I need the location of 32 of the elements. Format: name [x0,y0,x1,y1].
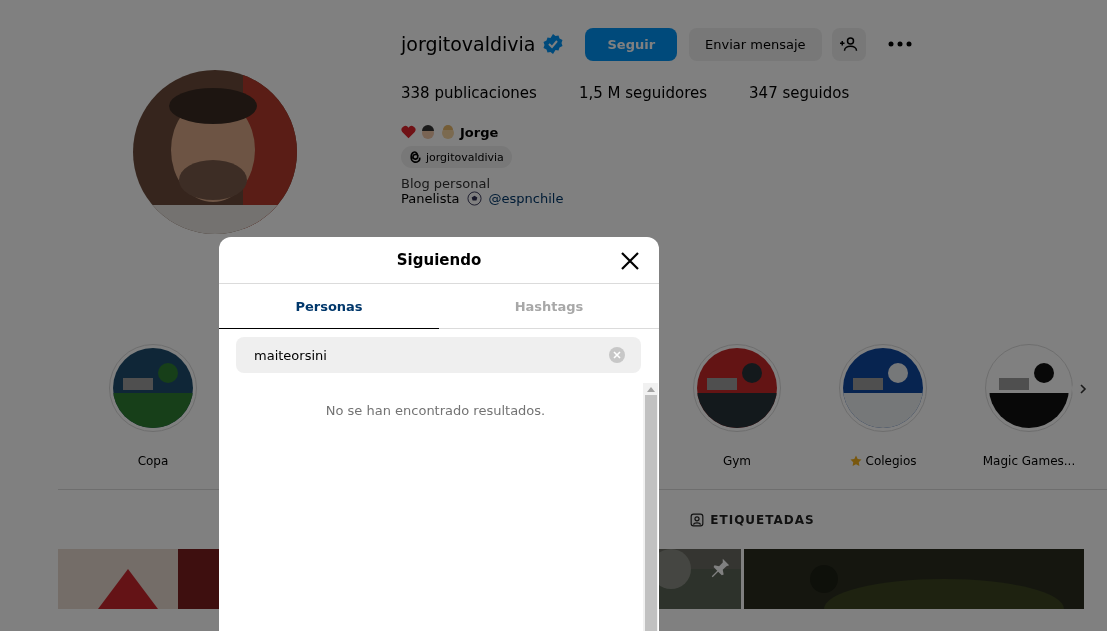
stat-link[interactable]: 347 seguidos [749,84,850,102]
dialog-title: Siguiendo [396,251,482,269]
dialog-tab[interactable]: Personas [219,284,439,329]
add-person-button[interactable] [831,27,866,61]
face-icon [420,124,436,140]
close-icon[interactable] [620,251,640,271]
scrollbar[interactable] [643,383,658,631]
mention-link[interactable]: @espnchile [488,191,564,206]
tagged-person-icon [690,512,705,527]
threads-logo-icon [407,149,423,165]
highlight-label: Copa [137,454,169,468]
empty-message: No se han encontrado resultados. [325,403,546,420]
highlight-label: Gym [722,454,752,468]
bio-text: Panelista [401,191,460,206]
highlight-label: Colegios [865,454,917,468]
stat-link[interactable]: 1,5 M seguidores [578,84,708,102]
username: jorgitovaldivia [401,33,536,55]
search-field[interactable]: maiteorsini [236,337,641,373]
soccer-ball-icon [466,191,482,206]
category-label: Blog personal [401,176,490,191]
pin-icon [709,557,731,579]
threads-link[interactable]: jorgitovaldivia [401,146,512,168]
profile-tab[interactable]: ETIQUETADAS [690,512,815,527]
heart-icon [401,125,416,139]
add-person-icon [839,35,858,53]
profile-name: Jorge [460,124,499,140]
stat-link[interactable]: 338 publicaciones [401,84,537,102]
face-icon [440,124,456,140]
more-options-icon[interactable] [887,41,912,47]
highlight-label: Magic Games... [982,454,1076,468]
scroll-up-arrow-icon[interactable] [646,386,655,392]
message-button[interactable]: Enviar mensaje [689,27,822,61]
